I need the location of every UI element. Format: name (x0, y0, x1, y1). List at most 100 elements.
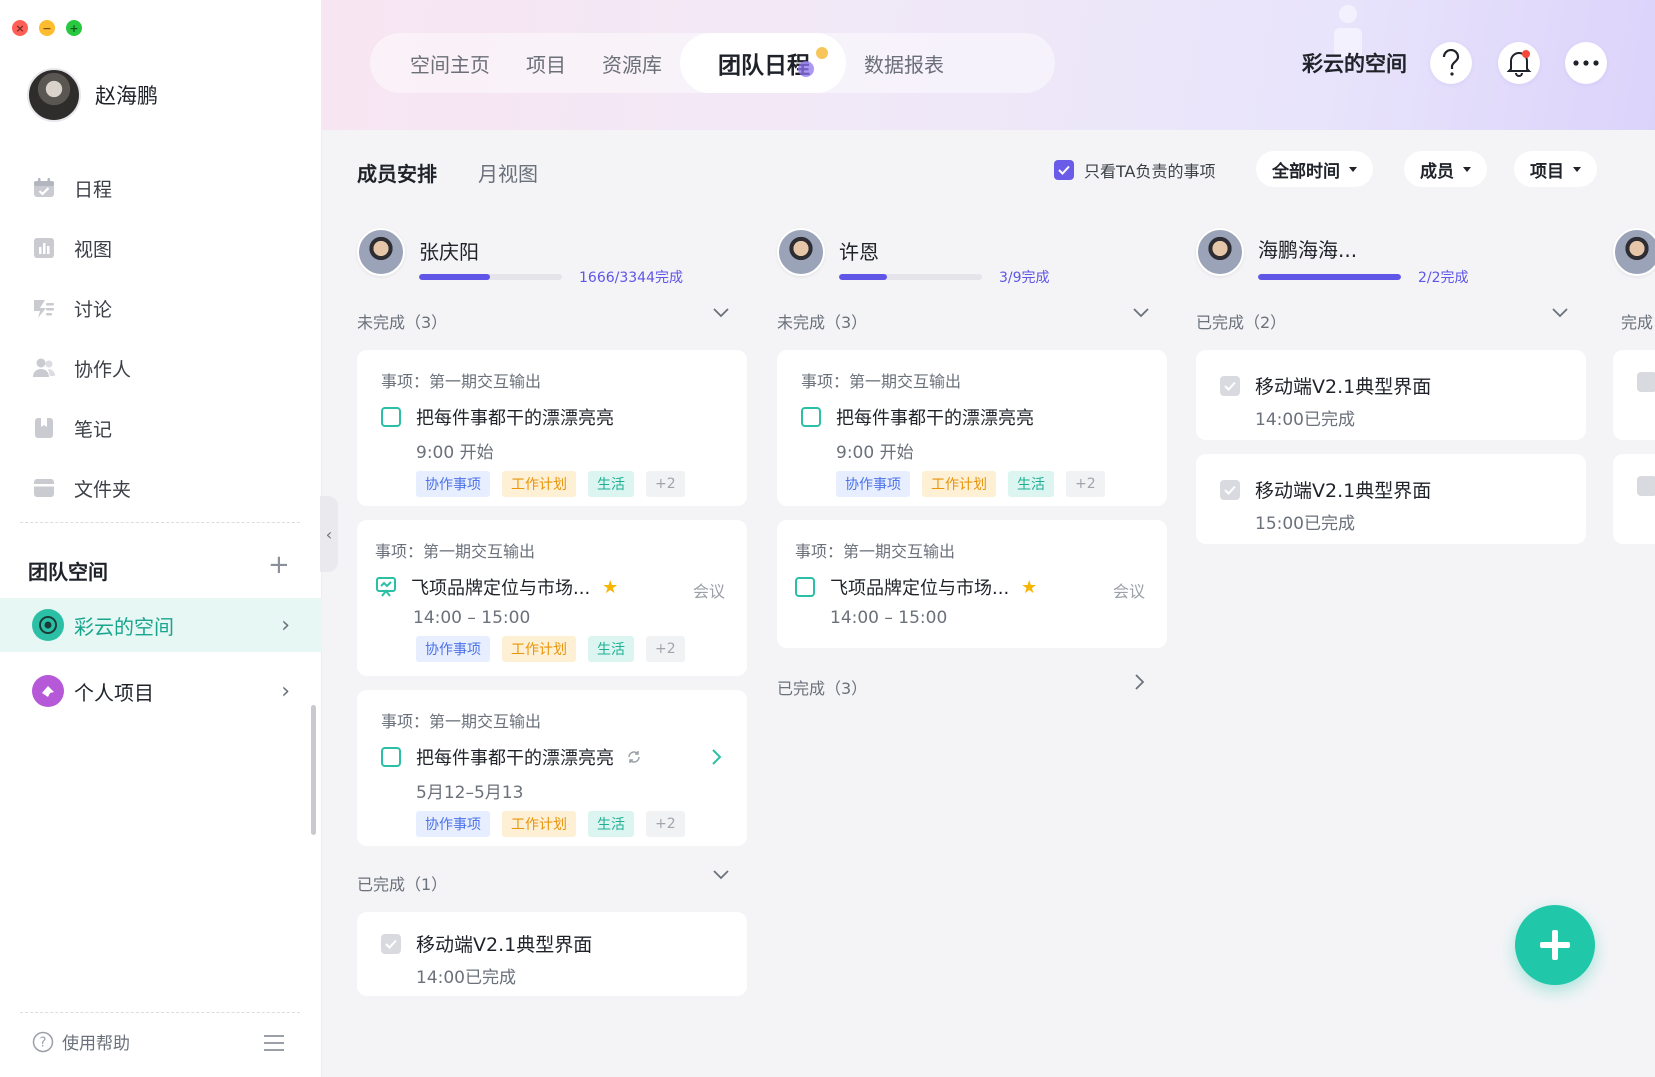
tab-month-view[interactable]: 月视图 (478, 158, 538, 187)
group-header[interactable]: 已完成（3） (777, 672, 1167, 702)
group-label: 已完成（1） (357, 875, 448, 894)
task-parent: 事项：第一期交互输出 (801, 372, 962, 391)
task-card[interactable]: 事项：第一期交互输出 把每件事都干的漂漂亮亮 5月12–5月13 协作事项 工作… (357, 690, 747, 846)
tag[interactable]: 工作计划 (502, 811, 576, 837)
notification-button[interactable] (1498, 42, 1540, 84)
progress-bar (419, 274, 562, 280)
tab-member-schedule[interactable]: 成员安排 (357, 158, 437, 187)
collapse-sidebar-button[interactable]: ‹ (320, 496, 338, 572)
check-icon (1224, 485, 1236, 495)
chevron-right-icon[interactable] (711, 748, 723, 766)
done-task-card[interactable]: 移动端V2.1典型界面 14:00已完成 (1196, 350, 1586, 440)
minimize-window-button[interactable]: − (39, 20, 55, 36)
add-space-button[interactable]: + (268, 552, 290, 578)
group-header[interactable]: 未完成（3） (357, 306, 747, 336)
task-card[interactable]: 事项：第一期交互输出 把每件事都干的漂漂亮亮 9:00 开始 协作事项 工作计划… (357, 350, 747, 506)
group-label: 未完成（3） (357, 313, 448, 332)
tag[interactable]: 工作计划 (502, 636, 576, 662)
tag[interactable]: 生活 (588, 471, 634, 497)
task-checkbox[interactable] (381, 747, 401, 767)
time-dropdown[interactable]: 全部时间 (1256, 151, 1373, 187)
chevron-down-icon (713, 308, 729, 318)
sidebar-item-notes[interactable]: 笔记 (0, 398, 322, 458)
task-card[interactable]: 事项：第一期交互输出 飞项品牌定位与市场... ★ 会议 14:00 – 15:… (357, 520, 747, 676)
tag-more[interactable]: +2 (1066, 471, 1105, 497)
help-icon: ? (32, 1031, 54, 1052)
task-title: 移动端V2.1典型界面 (1255, 376, 1432, 398)
space-label: 个人项目 (74, 680, 154, 705)
done-checkbox[interactable] (1220, 479, 1240, 500)
maximize-window-button[interactable]: + (66, 20, 82, 36)
task-card[interactable]: 事项：第一期交互输出 把每件事都干的漂漂亮亮 9:00 开始 协作事项 工作计划… (777, 350, 1167, 506)
tag[interactable]: 协作事项 (836, 471, 910, 497)
close-window-button[interactable]: × (12, 20, 28, 36)
tag-more[interactable]: +2 (646, 811, 685, 837)
member-header[interactable] (1613, 222, 1655, 286)
project-dropdown[interactable]: 项目 (1514, 151, 1597, 187)
filter-checkbox[interactable] (1054, 160, 1074, 180)
avatar (357, 228, 405, 276)
task-parent: 事项：第一期交互输出 (795, 542, 956, 561)
tab-space-home[interactable]: 空间主页 (392, 33, 508, 93)
only-mine-filter[interactable]: 只看TA负责的事项 (1054, 158, 1215, 182)
tag[interactable]: 生活 (1008, 471, 1054, 497)
help-link[interactable]: ? 使用帮助 (32, 1029, 130, 1054)
tag[interactable]: 协作事项 (416, 636, 490, 662)
star-icon: ★ (1021, 576, 1038, 598)
member-header[interactable]: 许恩 3/9完成 (777, 222, 1167, 286)
task-time: 5月12–5月13 (416, 783, 524, 803)
done-checkbox[interactable] (1637, 372, 1655, 392)
member-header[interactable]: 海鹏海海... 2/2完成 (1196, 222, 1586, 286)
tab-data-report[interactable]: 数据报表 (846, 33, 962, 93)
group-header[interactable]: 未完成（3） (777, 306, 1167, 336)
done-checkbox[interactable] (381, 933, 401, 954)
space-title: 彩云的空间 (1302, 52, 1407, 76)
tag[interactable]: 协作事项 (416, 471, 490, 497)
user-profile[interactable]: 赵海鹏 (27, 68, 158, 122)
tag[interactable]: 工作计划 (502, 471, 576, 497)
done-task-card[interactable] (1613, 350, 1655, 440)
task-title: 把每件事都干的漂漂亮亮 (836, 408, 1034, 429)
group-header[interactable]: 完成 (1613, 306, 1655, 336)
done-checkbox[interactable] (1220, 375, 1240, 396)
more-button[interactable] (1565, 42, 1607, 84)
sidebar-item-discussion[interactable]: 讨论 (0, 278, 322, 338)
add-task-button[interactable] (1515, 905, 1595, 985)
task-checkbox[interactable] (795, 577, 815, 597)
sidebar-item-collaborators[interactable]: 协作人 (0, 338, 322, 398)
tab-team-schedule[interactable]: 团队日程 (680, 33, 846, 93)
space-item-personal[interactable]: 个人项目 › (0, 664, 322, 718)
group-header[interactable]: 已完成（1） (357, 868, 747, 898)
tag[interactable]: 生活 (588, 811, 634, 837)
member-column: 许恩 3/9完成 未完成（3） 事项：第一期交互输出 把每件事都干的漂漂亮亮 9… (777, 222, 1167, 702)
task-checkbox[interactable] (381, 407, 401, 427)
menu-icon[interactable] (263, 1034, 285, 1052)
task-checkbox[interactable] (801, 407, 821, 427)
tag[interactable]: 生活 (588, 636, 634, 662)
member-dropdown[interactable]: 成员 (1404, 151, 1487, 187)
group-header[interactable]: 已完成（2） (1196, 306, 1586, 336)
task-card[interactable]: 事项：第一期交互输出 飞项品牌定位与市场... ★ 会议 14:00 – 15:… (777, 520, 1167, 648)
user-name: 赵海鹏 (95, 84, 158, 108)
sidebar-item-schedule[interactable]: 日程 (0, 158, 322, 218)
tab-projects[interactable]: 项目 (508, 33, 584, 93)
done-checkbox[interactable] (1637, 476, 1655, 496)
tag[interactable]: 工作计划 (922, 471, 996, 497)
tag-more[interactable]: +2 (646, 471, 685, 497)
done-task-card[interactable]: 移动端V2.1典型界面 15:00已完成 (1196, 454, 1586, 544)
divider (20, 522, 300, 523)
sidebar-item-folder[interactable]: 文件夹 (0, 458, 322, 518)
tag[interactable]: 协作事项 (416, 811, 490, 837)
tag-more[interactable]: +2 (646, 636, 685, 662)
done-task-card[interactable] (1613, 454, 1655, 544)
member-header[interactable]: 张庆阳 1666/3344完成 (357, 222, 747, 286)
space-item-caiyun[interactable]: 彩云的空间 › (0, 598, 322, 652)
task-parent: 事项：第一期交互输出 (381, 372, 542, 391)
help-button[interactable] (1430, 42, 1472, 84)
tab-resources[interactable]: 资源库 (584, 33, 680, 93)
sidebar-scrollbar[interactable] (311, 705, 316, 835)
done-task-card[interactable]: 移动端V2.1典型界面 14:00已完成 (357, 912, 747, 996)
note-icon (35, 418, 53, 438)
group-label: 未完成（3） (777, 313, 868, 332)
sidebar-item-view[interactable]: 视图 (0, 218, 322, 278)
